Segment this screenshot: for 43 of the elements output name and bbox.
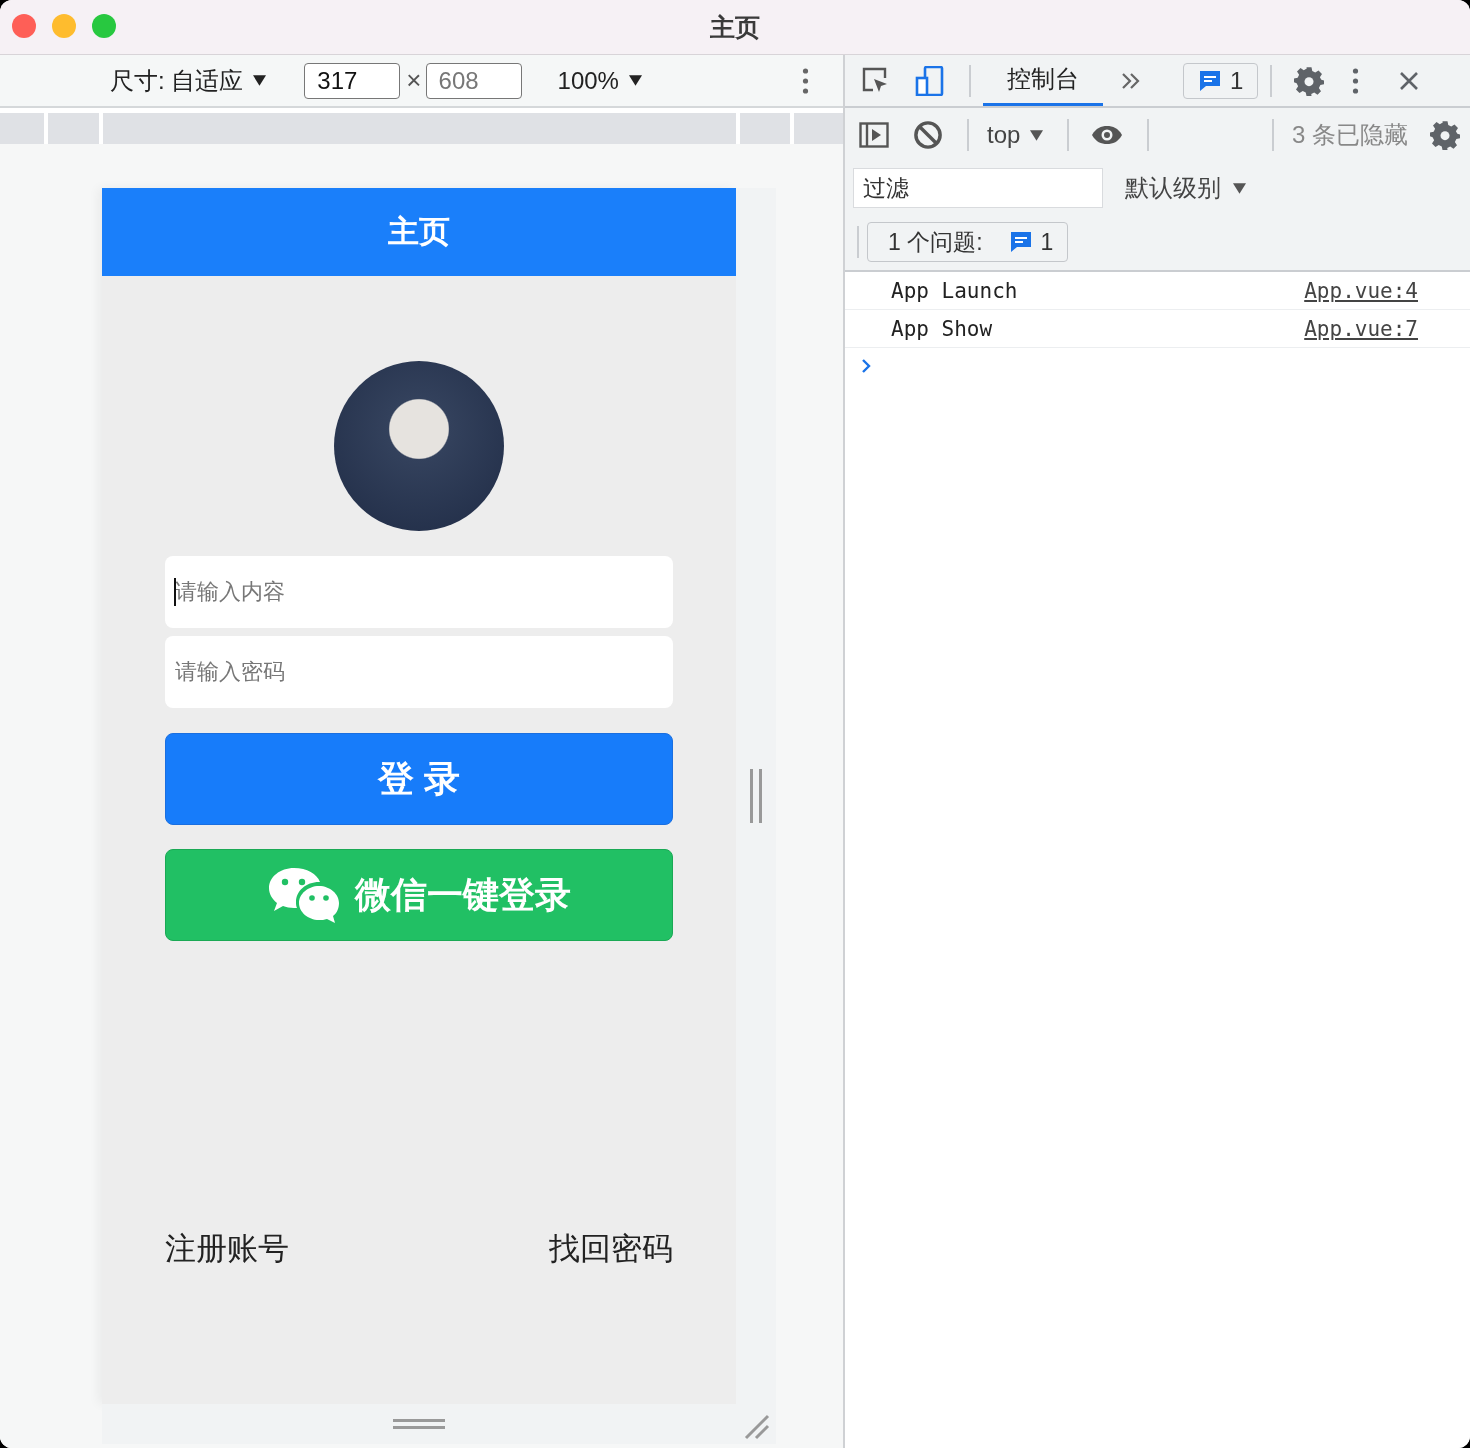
caret-icon: [1233, 182, 1246, 194]
close-icon[interactable]: [1399, 70, 1420, 91]
text-link[interactable]: 找回密码: [549, 1228, 673, 1270]
eye-icon[interactable]: [1091, 125, 1124, 145]
chat-bubbles-icon: [267, 866, 339, 924]
settings-icon[interactable]: [1430, 120, 1460, 150]
text-link[interactable]: 注册账号: [165, 1228, 289, 1270]
resize-handle-icon[interactable]: [749, 769, 763, 823]
zoom-dropdown[interactable]: 100%: [557, 66, 642, 95]
issues-badge[interactable]: 1: [1183, 62, 1259, 99]
hidden-messages-count: 3 条已隐藏: [1292, 120, 1408, 150]
resize-handle-icon[interactable]: [393, 1418, 445, 1430]
login-button[interactable]: 登 录: [165, 733, 673, 825]
message-icon: [1198, 68, 1222, 93]
caret-icon: [253, 75, 267, 86]
device-toggle-icon[interactable]: [915, 65, 945, 96]
source-link[interactable]: App.vue:7: [1304, 316, 1418, 341]
window-title: 主页: [710, 11, 760, 43]
caret-icon: [1030, 129, 1044, 141]
settings-icon[interactable]: [1294, 65, 1325, 96]
clear-console-icon[interactable]: [913, 120, 943, 150]
prompt-chevron-icon[interactable]: [861, 358, 871, 374]
log-level-dropdown[interactable]: 默认级别: [1119, 171, 1252, 205]
more-icon[interactable]: [1352, 67, 1360, 94]
sidebar-toggle-icon[interactable]: [859, 120, 889, 150]
username-field[interactable]: 请输入内容: [165, 556, 673, 628]
width-field[interactable]: 317: [304, 62, 401, 99]
filter-field[interactable]: 过滤: [853, 168, 1103, 208]
issues-button[interactable]: 1 个问题: 1: [867, 222, 1069, 262]
log-message: App Show: [891, 316, 993, 341]
message-icon: [1008, 230, 1033, 254]
log-message: App Launch: [891, 278, 1018, 303]
source-link[interactable]: App.vue:4: [1304, 278, 1418, 303]
context-dropdown[interactable]: top: [981, 121, 1050, 149]
more-icon[interactable]: [802, 67, 809, 94]
resize-corner-icon[interactable]: [744, 1414, 770, 1440]
height-field[interactable]: 608: [425, 62, 522, 99]
dimensions-dropdown[interactable]: 尺寸: 自适应: [110, 64, 267, 97]
close-window-icon[interactable]: [12, 14, 36, 38]
times-sign: ×: [406, 65, 422, 96]
password-field[interactable]: 请输入密码: [165, 636, 673, 708]
caret-icon: [628, 75, 642, 86]
app-title: 主页: [388, 213, 450, 251]
